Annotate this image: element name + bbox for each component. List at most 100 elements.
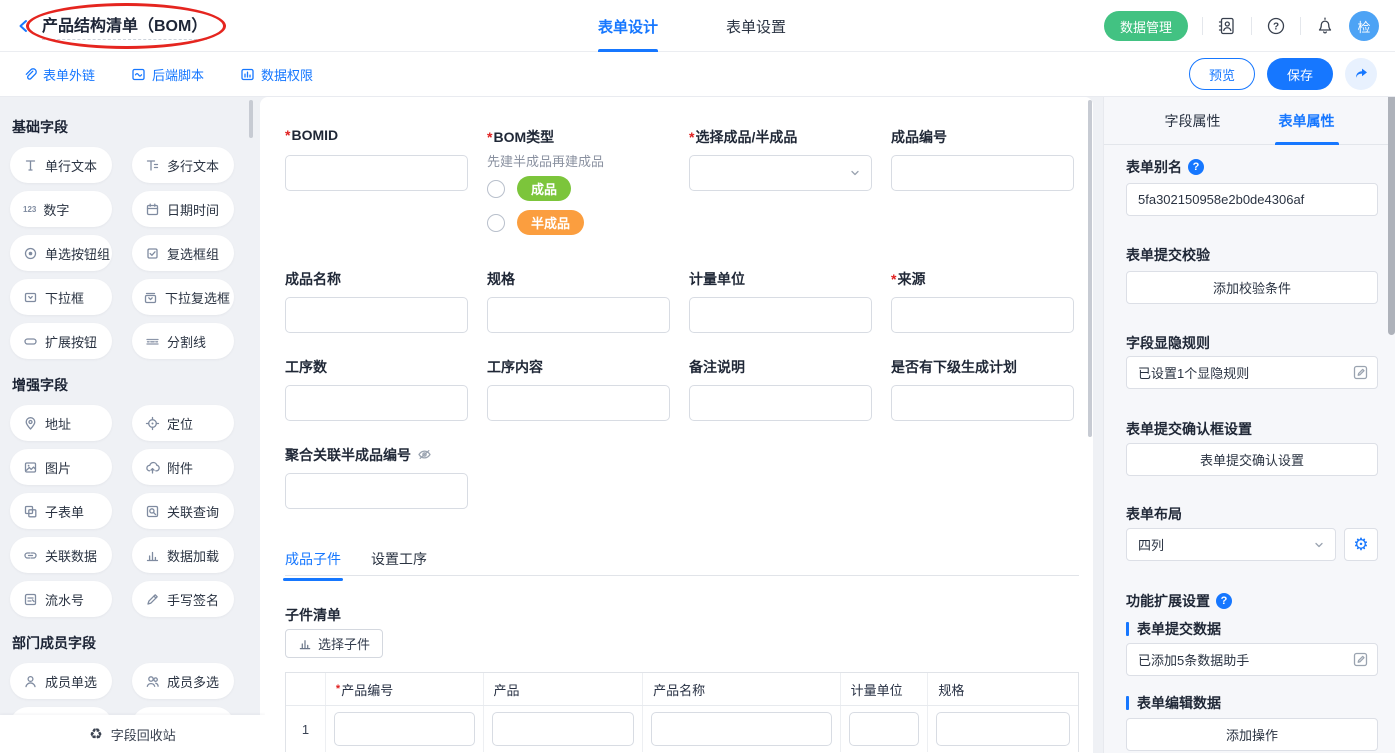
row-input-product-code[interactable] xyxy=(334,712,475,746)
tab-setup-process[interactable]: 设置工序 xyxy=(371,549,427,581)
radio-option-finished[interactable]: 成品 xyxy=(487,176,571,201)
select-child-button[interactable]: 选择子件 xyxy=(285,629,383,658)
row-input-product[interactable] xyxy=(492,712,635,746)
field-subform[interactable]: 子表单 xyxy=(10,493,112,529)
field-serial-number[interactable]: 流水号 xyxy=(10,581,112,617)
page-title[interactable]: 产品结构清单（BOM） xyxy=(42,12,207,40)
field-number[interactable]: 123 数字 xyxy=(10,191,112,227)
field-attachment[interactable]: 附件 xyxy=(132,449,234,485)
label-bomid: *BOMID xyxy=(285,127,338,143)
tab-field-properties[interactable]: 字段属性 xyxy=(1165,97,1221,145)
add-validation-button[interactable]: 添加校验条件 xyxy=(1126,271,1378,304)
toolbar-actions: 预览 保存 xyxy=(1189,58,1377,90)
edit-icon[interactable] xyxy=(1352,651,1369,668)
link-icon xyxy=(26,68,36,78)
field-member-single[interactable]: 成员单选 xyxy=(10,663,112,699)
field-select[interactable]: 下拉框 xyxy=(10,279,112,315)
submit-data-box[interactable]: 已添加5条数据助手 xyxy=(1126,643,1378,676)
section-title-basic-fields: 基础字段 xyxy=(12,117,265,137)
radio-circle-icon xyxy=(487,180,505,198)
share-button[interactable] xyxy=(1345,58,1377,90)
row-input-unit[interactable] xyxy=(849,712,920,746)
form-toolbar: 表单外链 后端脚本 数据权限 预览 保存 xyxy=(0,52,1395,97)
save-button[interactable]: 保存 xyxy=(1267,58,1333,90)
label-select-product: *选择成品/半成品 xyxy=(689,127,797,147)
radio-circle-icon xyxy=(487,214,505,232)
serial-number-icon xyxy=(23,592,38,607)
field-divider[interactable]: 分割线 xyxy=(132,323,234,359)
form-alias-input[interactable] xyxy=(1127,184,1377,215)
backend-script-link[interactable]: 后端脚本 xyxy=(131,65,204,84)
field-multi-line-text[interactable]: 多行文本 xyxy=(132,147,234,183)
field-member-multi[interactable]: 成员多选 xyxy=(132,663,234,699)
data-manage-button[interactable]: 数据管理 xyxy=(1104,11,1188,41)
submit-data-subhead: 表单提交数据 xyxy=(1126,619,1221,639)
input-source[interactable] xyxy=(891,297,1074,333)
org-directory-icon[interactable] xyxy=(1217,16,1237,36)
input-has-sub-plan[interactable] xyxy=(891,385,1074,421)
input-product-code[interactable] xyxy=(891,155,1074,191)
canvas-tabs: 成品子件 设置工序 xyxy=(285,549,427,581)
toolbar-links: 表单外链 后端脚本 数据权限 xyxy=(22,65,313,84)
field-single-line-text[interactable]: 单行文本 xyxy=(10,147,112,183)
input-product-name[interactable] xyxy=(285,297,468,333)
radio-icon xyxy=(23,246,38,261)
input-process-count[interactable] xyxy=(285,385,468,421)
field-signature[interactable]: 手写签名 xyxy=(132,581,234,617)
field-multi-select[interactable]: 下拉复选框 xyxy=(132,279,234,315)
field-recycle-bin[interactable]: ♻ 字段回收站 xyxy=(0,715,265,753)
radio-option-semi-finished[interactable]: 半成品 xyxy=(487,210,584,235)
back-icon[interactable] xyxy=(16,18,32,34)
form-external-link[interactable]: 表单外链 xyxy=(22,65,95,84)
field-geolocation[interactable]: 定位 xyxy=(132,405,234,441)
field-extend-button[interactable]: 扩展按钮 xyxy=(10,323,112,359)
sidebar-scrollbar[interactable] xyxy=(249,100,253,138)
label-unit: 计量单位 xyxy=(689,269,745,289)
section-title-enhanced-fields: 增强字段 xyxy=(12,375,265,395)
option-pill-finished: 成品 xyxy=(517,176,571,201)
input-unit[interactable] xyxy=(689,297,872,333)
add-operation-button[interactable]: 添加操作 xyxy=(1126,718,1378,751)
field-linked-data[interactable]: 关联数据 xyxy=(10,537,112,573)
data-permission-link[interactable]: 数据权限 xyxy=(240,65,313,84)
field-checkbox-group[interactable]: 复选框组 xyxy=(132,235,234,271)
col-product-name: 产品名称 xyxy=(643,673,840,705)
tab-form-settings[interactable]: 表单设置 xyxy=(726,0,786,52)
input-process-content[interactable] xyxy=(487,385,670,421)
tab-product-children[interactable]: 成品子件 xyxy=(285,549,341,581)
field-linked-lookup[interactable]: 关联查询 xyxy=(132,493,234,529)
field-image[interactable]: 图片 xyxy=(10,449,112,485)
layout-gear-button[interactable]: ⚙ xyxy=(1344,528,1378,561)
help-icon[interactable]: ? xyxy=(1266,16,1286,36)
input-remark[interactable] xyxy=(689,385,872,421)
preview-button[interactable]: 预览 xyxy=(1189,58,1255,90)
select-product-dropdown[interactable] xyxy=(689,155,872,191)
submit-confirm-button[interactable]: 表单提交确认设置 xyxy=(1126,443,1378,476)
tab-form-properties[interactable]: 表单属性 xyxy=(1279,97,1335,145)
col-unit: 计量单位 xyxy=(841,673,929,705)
tab-form-design[interactable]: 表单设计 xyxy=(598,0,658,52)
row-input-spec[interactable] xyxy=(936,712,1070,746)
input-agg-semi-code[interactable] xyxy=(285,473,468,509)
input-bomid[interactable] xyxy=(285,155,468,191)
chain-link-icon xyxy=(23,548,38,563)
input-spec[interactable] xyxy=(487,297,670,333)
divider-icon xyxy=(145,334,160,349)
notification-bell-icon[interactable] xyxy=(1315,16,1335,36)
user-avatar[interactable]: 检 xyxy=(1349,11,1379,41)
field-radio-group[interactable]: 单选按钮组 xyxy=(10,235,112,271)
field-datetime[interactable]: 日期时间 xyxy=(132,191,234,227)
help-icon[interactable]: ? xyxy=(1216,593,1232,609)
visibility-rules-box[interactable]: 已设置1个显隐规则 xyxy=(1126,356,1378,389)
field-data-load[interactable]: 数据加载 xyxy=(132,537,234,573)
form-alias-label: 表单别名 ? xyxy=(1126,157,1204,177)
form-layout-select[interactable]: 四列 xyxy=(1126,528,1336,561)
subform-title: 子件清单 xyxy=(285,605,341,625)
help-icon[interactable]: ? xyxy=(1188,159,1204,175)
field-address[interactable]: 地址 xyxy=(10,405,112,441)
person-icon xyxy=(23,674,38,689)
extension-settings-label: 功能扩展设置 ? xyxy=(1126,591,1232,611)
canvas-scrollbar[interactable] xyxy=(1088,100,1092,437)
row-input-product-name[interactable] xyxy=(651,712,831,746)
edit-icon[interactable] xyxy=(1352,364,1369,381)
